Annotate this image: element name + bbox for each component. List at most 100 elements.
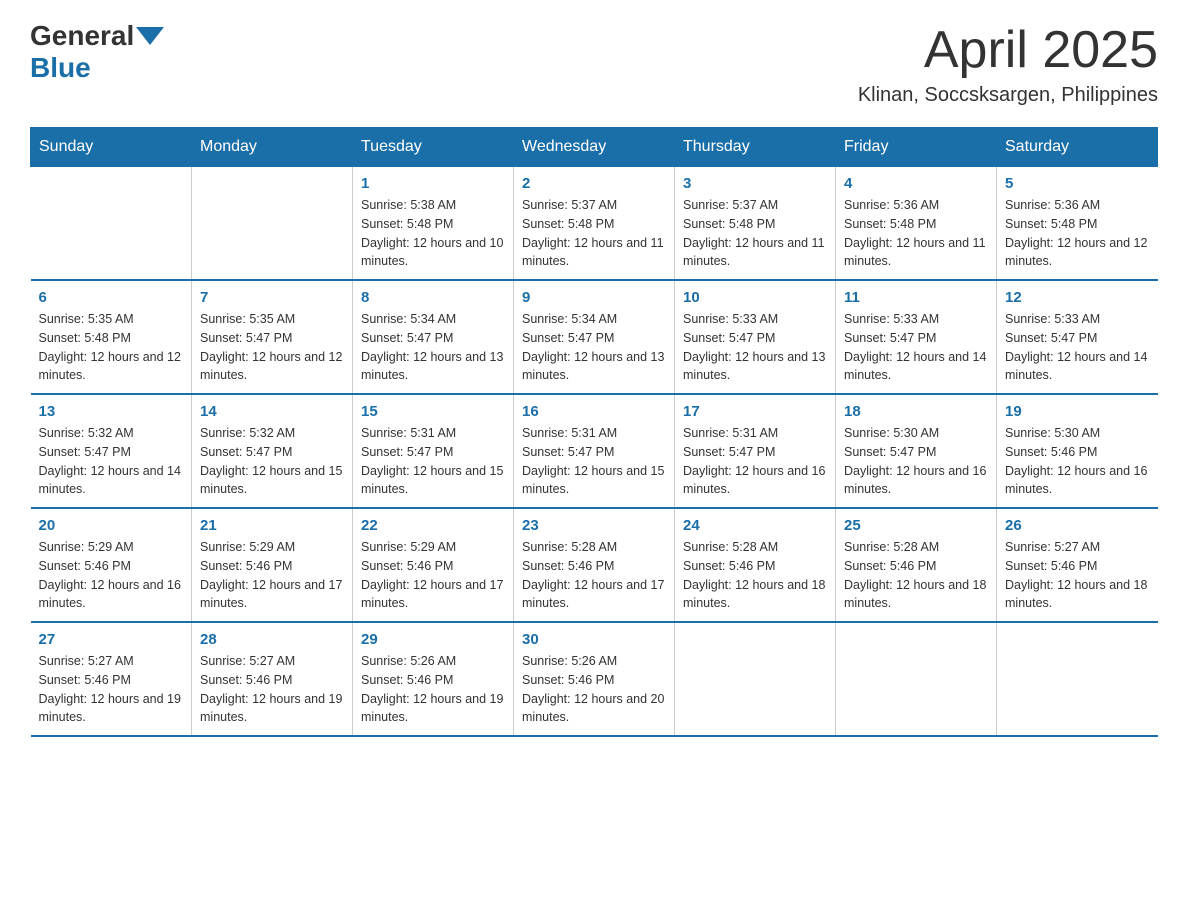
day-number: 7 xyxy=(200,289,344,306)
day-number: 4 xyxy=(844,175,988,192)
day-number: 18 xyxy=(844,403,988,420)
logo: General Blue xyxy=(30,20,166,84)
day-info: Sunrise: 5:33 AMSunset: 5:47 PMDaylight:… xyxy=(844,310,988,385)
calendar-day-cell: 7 Sunrise: 5:35 AMSunset: 5:47 PMDaylight… xyxy=(192,280,353,394)
calendar-day-cell: 5 Sunrise: 5:36 AMSunset: 5:48 PMDaylight… xyxy=(997,167,1158,281)
calendar-day-cell: 1 Sunrise: 5:38 AMSunset: 5:48 PMDaylight… xyxy=(353,167,514,281)
title-area: April 2025 Klinan, Soccsksargen, Philipp… xyxy=(858,20,1158,107)
calendar-body: 1 Sunrise: 5:38 AMSunset: 5:48 PMDaylight… xyxy=(31,167,1158,737)
calendar-day-cell: 2Sunrise: 5:37 AMSunset: 5:48 PMDaylight… xyxy=(514,167,675,281)
day-of-week-header: Wednesday xyxy=(514,128,675,167)
calendar-day-cell: 27 Sunrise: 5:27 AMSunset: 5:46 PMDayligh… xyxy=(31,622,192,736)
day-info: Sunrise: 5:30 AMSunset: 5:46 PMDaylight:… xyxy=(1005,424,1150,499)
day-number: 11 xyxy=(844,289,988,306)
calendar-day-cell: 22Sunrise: 5:29 AMSunset: 5:46 PMDayligh… xyxy=(353,508,514,622)
day-info: Sunrise: 5:35 AMSunset: 5:48 PMDaylight:… xyxy=(39,310,184,385)
logo-blue-text: Blue xyxy=(30,52,91,84)
calendar-day-cell: 21Sunrise: 5:29 AMSunset: 5:46 PMDayligh… xyxy=(192,508,353,622)
day-info: Sunrise: 5:35 AMSunset: 5:47 PMDaylight:… xyxy=(200,310,344,385)
day-number: 20 xyxy=(39,517,184,534)
calendar-day-cell: 14Sunrise: 5:32 AMSunset: 5:47 PMDayligh… xyxy=(192,394,353,508)
calendar-day-cell: 8 Sunrise: 5:34 AMSunset: 5:47 PMDaylight… xyxy=(353,280,514,394)
calendar-day-cell: 26 Sunrise: 5:27 AMSunset: 5:46 PMDayligh… xyxy=(997,508,1158,622)
location-label: Klinan, Soccsksargen, Philippines xyxy=(858,84,1158,107)
day-number: 8 xyxy=(361,289,505,306)
calendar-day-cell: 9 Sunrise: 5:34 AMSunset: 5:47 PMDaylight… xyxy=(514,280,675,394)
calendar-day-cell: 4Sunrise: 5:36 AMSunset: 5:48 PMDaylight… xyxy=(836,167,997,281)
day-number: 3 xyxy=(683,175,827,192)
calendar-day-cell: 12Sunrise: 5:33 AMSunset: 5:47 PMDayligh… xyxy=(997,280,1158,394)
day-info: Sunrise: 5:27 AMSunset: 5:46 PMDaylight:… xyxy=(1005,538,1150,613)
calendar-table: SundayMondayTuesdayWednesdayThursdayFrid… xyxy=(30,127,1158,737)
calendar-day-cell: 10Sunrise: 5:33 AMSunset: 5:47 PMDayligh… xyxy=(675,280,836,394)
day-of-week-header: Sunday xyxy=(31,128,192,167)
day-info: Sunrise: 5:26 AMSunset: 5:46 PMDaylight:… xyxy=(361,652,505,727)
calendar-day-cell xyxy=(192,167,353,281)
day-of-week-header: Tuesday xyxy=(353,128,514,167)
day-number: 19 xyxy=(1005,403,1150,420)
day-info: Sunrise: 5:28 AMSunset: 5:46 PMDaylight:… xyxy=(844,538,988,613)
calendar-header: SundayMondayTuesdayWednesdayThursdayFrid… xyxy=(31,128,1158,167)
day-number: 10 xyxy=(683,289,827,306)
day-number: 24 xyxy=(683,517,827,534)
day-number: 9 xyxy=(522,289,666,306)
day-number: 23 xyxy=(522,517,666,534)
calendar-day-cell: 13Sunrise: 5:32 AMSunset: 5:47 PMDayligh… xyxy=(31,394,192,508)
day-number: 27 xyxy=(39,631,184,648)
day-info: Sunrise: 5:27 AMSunset: 5:46 PMDaylight:… xyxy=(39,652,184,727)
calendar-day-cell xyxy=(675,622,836,736)
day-number: 15 xyxy=(361,403,505,420)
calendar-week-row: 20 Sunrise: 5:29 AMSunset: 5:46 PMDayligh… xyxy=(31,508,1158,622)
calendar-day-cell: 6 Sunrise: 5:35 AMSunset: 5:48 PMDaylight… xyxy=(31,280,192,394)
logo-triangle-icon xyxy=(136,27,164,45)
calendar-week-row: 13Sunrise: 5:32 AMSunset: 5:47 PMDayligh… xyxy=(31,394,1158,508)
day-of-week-header: Monday xyxy=(192,128,353,167)
day-info: Sunrise: 5:31 AMSunset: 5:47 PMDaylight:… xyxy=(522,424,666,499)
day-info: Sunrise: 5:29 AMSunset: 5:46 PMDaylight:… xyxy=(39,538,184,613)
day-info: Sunrise: 5:37 AMSunset: 5:48 PMDaylight:… xyxy=(522,196,666,271)
day-number: 16 xyxy=(522,403,666,420)
day-of-week-header: Thursday xyxy=(675,128,836,167)
day-of-week-header: Saturday xyxy=(997,128,1158,167)
day-number: 6 xyxy=(39,289,184,306)
calendar-day-cell xyxy=(836,622,997,736)
header-row: SundayMondayTuesdayWednesdayThursdayFrid… xyxy=(31,128,1158,167)
calendar-day-cell: 15Sunrise: 5:31 AMSunset: 5:47 PMDayligh… xyxy=(353,394,514,508)
day-of-week-header: Friday xyxy=(836,128,997,167)
calendar-week-row: 27 Sunrise: 5:27 AMSunset: 5:46 PMDayligh… xyxy=(31,622,1158,736)
day-info: Sunrise: 5:38 AMSunset: 5:48 PMDaylight:… xyxy=(361,196,505,271)
day-number: 26 xyxy=(1005,517,1150,534)
day-info: Sunrise: 5:26 AMSunset: 5:46 PMDaylight:… xyxy=(522,652,666,727)
day-number: 22 xyxy=(361,517,505,534)
day-info: Sunrise: 5:28 AMSunset: 5:46 PMDaylight:… xyxy=(683,538,827,613)
calendar-day-cell: 24 Sunrise: 5:28 AMSunset: 5:46 PMDayligh… xyxy=(675,508,836,622)
day-number: 30 xyxy=(522,631,666,648)
day-info: Sunrise: 5:36 AMSunset: 5:48 PMDaylight:… xyxy=(1005,196,1150,271)
calendar-day-cell: 29 Sunrise: 5:26 AMSunset: 5:46 PMDayligh… xyxy=(353,622,514,736)
day-info: Sunrise: 5:29 AMSunset: 5:46 PMDaylight:… xyxy=(200,538,344,613)
day-number: 28 xyxy=(200,631,344,648)
calendar-day-cell: 19 Sunrise: 5:30 AMSunset: 5:46 PMDayligh… xyxy=(997,394,1158,508)
calendar-week-row: 6 Sunrise: 5:35 AMSunset: 5:48 PMDaylight… xyxy=(31,280,1158,394)
calendar-day-cell: 25 Sunrise: 5:28 AMSunset: 5:46 PMDayligh… xyxy=(836,508,997,622)
day-info: Sunrise: 5:34 AMSunset: 5:47 PMDaylight:… xyxy=(361,310,505,385)
day-number: 1 xyxy=(361,175,505,192)
calendar-day-cell: 23Sunrise: 5:28 AMSunset: 5:46 PMDayligh… xyxy=(514,508,675,622)
calendar-day-cell: 3 Sunrise: 5:37 AMSunset: 5:48 PMDaylight… xyxy=(675,167,836,281)
day-number: 17 xyxy=(683,403,827,420)
day-info: Sunrise: 5:27 AMSunset: 5:46 PMDaylight:… xyxy=(200,652,344,727)
day-info: Sunrise: 5:33 AMSunset: 5:47 PMDaylight:… xyxy=(1005,310,1150,385)
day-info: Sunrise: 5:34 AMSunset: 5:47 PMDaylight:… xyxy=(522,310,666,385)
day-number: 29 xyxy=(361,631,505,648)
day-number: 5 xyxy=(1005,175,1150,192)
day-number: 25 xyxy=(844,517,988,534)
calendar-day-cell: 18 Sunrise: 5:30 AMSunset: 5:47 PMDayligh… xyxy=(836,394,997,508)
logo-general-text: General xyxy=(30,20,134,52)
day-info: Sunrise: 5:31 AMSunset: 5:47 PMDaylight:… xyxy=(683,424,827,499)
calendar-day-cell: 17 Sunrise: 5:31 AMSunset: 5:47 PMDayligh… xyxy=(675,394,836,508)
day-info: Sunrise: 5:37 AMSunset: 5:48 PMDaylight:… xyxy=(683,196,827,271)
calendar-day-cell: 11 Sunrise: 5:33 AMSunset: 5:47 PMDayligh… xyxy=(836,280,997,394)
day-info: Sunrise: 5:30 AMSunset: 5:47 PMDaylight:… xyxy=(844,424,988,499)
calendar-day-cell: 30 Sunrise: 5:26 AMSunset: 5:46 PMDayligh… xyxy=(514,622,675,736)
calendar-day-cell: 28 Sunrise: 5:27 AMSunset: 5:46 PMDayligh… xyxy=(192,622,353,736)
